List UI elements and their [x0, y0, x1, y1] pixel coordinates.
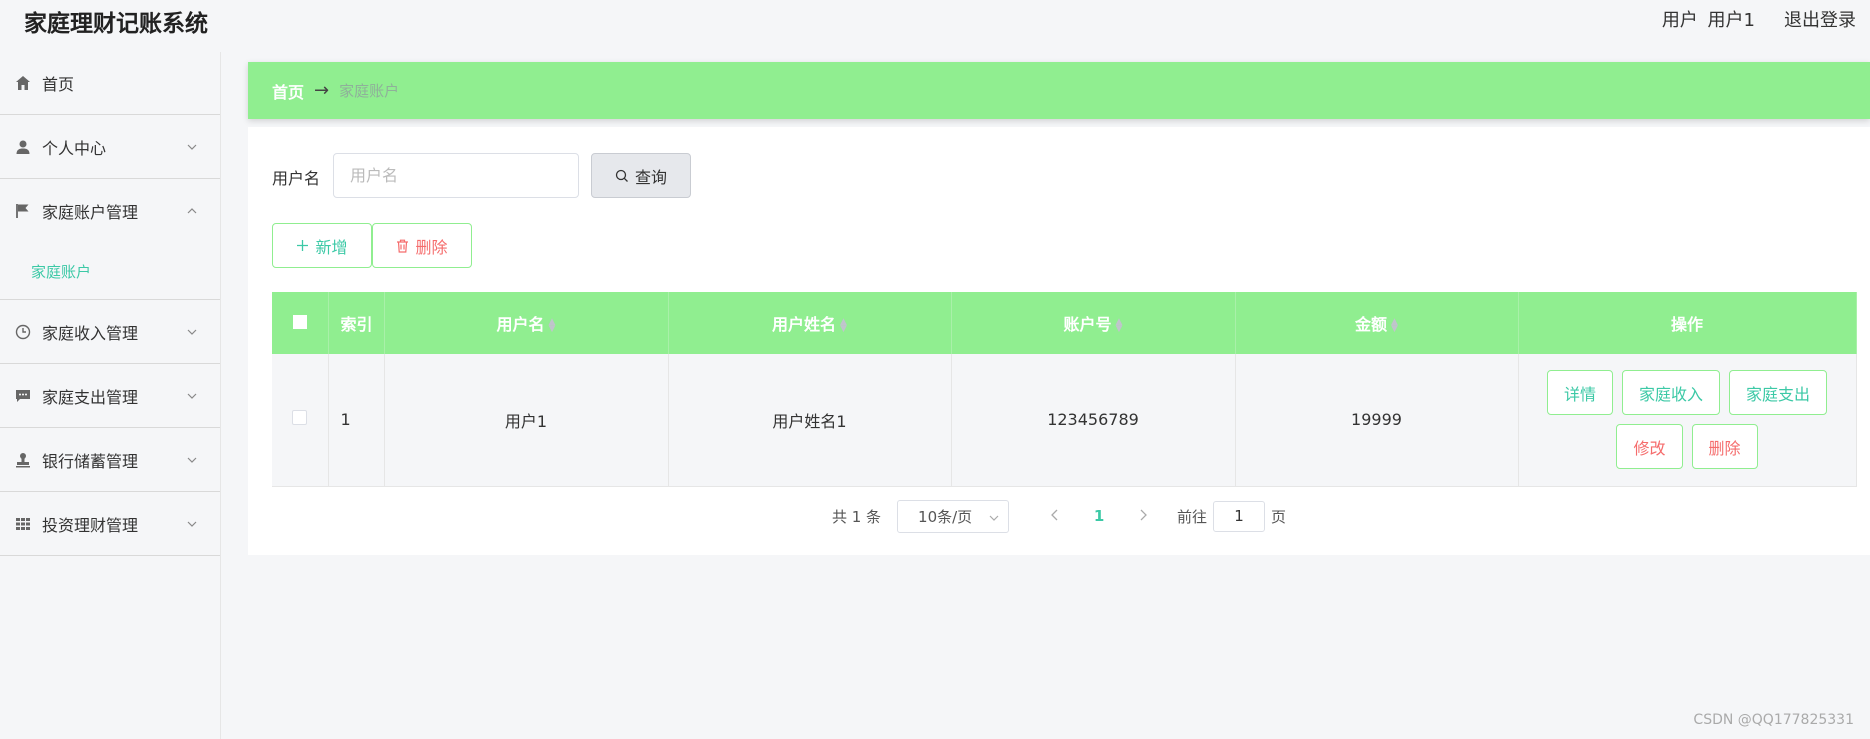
data-table: 索引 用户名 ▲ ▼ 用户姓名 ▲ ▼ 账户号 ▲ ▼ 金额 ▲ ▼ 操作 1 用户1 用户姓名… — [272, 292, 1857, 487]
column-header-label: 账户号 — [1063, 315, 1112, 334]
row-checkbox[interactable] — [292, 410, 308, 426]
chevron-down-icon — [187, 329, 197, 335]
goto-suffix: 页 — [1271, 507, 1287, 526]
stamp-icon — [14, 451, 32, 469]
add-button-label: 新增 — [315, 237, 348, 257]
top-bar: 家庭理财记账系统 用户 用户1 退出登录 — [0, 0, 1870, 52]
sidebar-item-income[interactable]: 家庭收入管理 — [0, 300, 220, 364]
sidebar-item-label: 银行储蓄管理 — [42, 451, 139, 471]
sidebar-item-label: 个人中心 — [42, 138, 107, 158]
chevron-left-icon — [1051, 509, 1058, 521]
page-size-select[interactable]: 10条/页 — [897, 499, 1010, 533]
table-row: 1 用户1 用户姓名1 123456789 19999 详情 家庭收入 家庭支出… — [272, 354, 1857, 487]
main-panel: 用户名 查询 新增 删除 索引 用户名▲▼ 用户姓名▲▼ 账户号▲▼ 金额▲▼ … — [248, 127, 1870, 555]
cell-index: 1 — [328, 354, 385, 487]
sidebar-item-label: 家庭账户管理 — [42, 203, 139, 222]
chevron-down-icon — [187, 521, 197, 527]
search-label: 用户名 — [272, 169, 321, 188]
column-header-index: 索引 — [328, 292, 385, 354]
grid-icon — [14, 515, 32, 533]
sidebar-subitem-family-account[interactable]: 家庭账户 — [0, 243, 220, 299]
sidebar-item-expense[interactable]: 家庭支出管理 — [0, 364, 220, 428]
page-number[interactable]: 1 — [1077, 507, 1121, 525]
sidebar-item-home[interactable]: 首页 — [0, 52, 220, 115]
column-header-label: 金额 — [1355, 315, 1388, 334]
edit-button[interactable]: 修改 — [1616, 424, 1683, 470]
next-page-button[interactable] — [1121, 507, 1165, 525]
sort-icon: ▲ ▼ — [840, 316, 847, 334]
table-header-row: 索引 用户名 ▲ ▼ 用户姓名 ▲ ▼ 账户号 ▲ ▼ 金额 ▲ ▼ 操作 — [272, 292, 1857, 354]
cell-actions: 详情 家庭收入 家庭支出 修改 删除 — [1518, 354, 1857, 487]
select-all-checkbox[interactable] — [292, 314, 307, 329]
sidebar-item-personal[interactable]: 个人中心 — [0, 115, 220, 179]
select-all-cell — [272, 292, 329, 354]
user-name: 用户1 — [1707, 10, 1755, 31]
sidebar: 首页 个人中心 家庭账户管理 家庭账户 家庭收入管理 家庭支出管理 银行储蓄管理… — [0, 52, 221, 739]
detail-button[interactable]: 详情 — [1546, 370, 1613, 416]
search-button[interactable]: 查询 — [591, 153, 691, 198]
prev-page-button[interactable] — [1033, 507, 1077, 525]
pagination-total: 共 1 条 — [831, 507, 882, 526]
sidebar-item-investment[interactable]: 投资理财管理 — [0, 492, 220, 556]
pagination: 共 1 条 10条/页 1 前往 页 — [248, 499, 1870, 533]
add-button[interactable]: 新增 — [272, 223, 372, 268]
goto-page-input[interactable] — [1213, 500, 1266, 532]
search-icon — [615, 169, 628, 182]
search-button-label: 查询 — [634, 167, 667, 187]
sidebar-group-family-account: 家庭账户管理 家庭账户 — [0, 179, 220, 300]
plus-icon — [297, 240, 309, 251]
sort-icon: ▲ ▼ — [1115, 316, 1123, 334]
cell-account: 123456789 — [951, 354, 1236, 487]
cell-fullname: 用户姓名1 — [668, 354, 952, 487]
trash-icon — [397, 239, 409, 253]
home-icon — [14, 74, 32, 92]
column-header-account[interactable]: 账户号 ▲ ▼ — [951, 292, 1236, 354]
column-header-amount[interactable]: 金额 ▲ ▼ — [1235, 292, 1519, 354]
column-header-label: 用户姓名 — [772, 315, 837, 334]
breadcrumb-current: 家庭账户 — [339, 82, 400, 100]
breadcrumb-home[interactable]: 首页 — [272, 79, 304, 103]
sort-icon: ▲ ▼ — [548, 316, 556, 334]
watermark: CSDN @QQ177825331 — [1693, 712, 1854, 728]
family-expense-button[interactable]: 家庭支出 — [1729, 370, 1828, 416]
chevron-down-icon — [187, 144, 197, 150]
sidebar-item-label: 家庭支出管理 — [42, 387, 139, 407]
flag-icon — [14, 202, 32, 220]
column-header-label: 用户名 — [496, 315, 545, 334]
sidebar-item-label: 家庭收入管理 — [42, 323, 139, 343]
chevron-down-icon — [187, 393, 197, 399]
goto-prefix: 前往 — [1177, 507, 1208, 526]
breadcrumb-arrow: → — [314, 80, 330, 101]
delete-button[interactable]: 删除 — [1691, 424, 1758, 470]
batch-delete-button[interactable]: 删除 — [372, 223, 472, 268]
cell-amount: 19999 — [1235, 354, 1519, 487]
sidebar-item-savings[interactable]: 银行储蓄管理 — [0, 428, 220, 492]
row-actions: 详情 家庭收入 家庭支出 修改 删除 — [1519, 370, 1856, 470]
column-header-username[interactable]: 用户名 ▲ ▼ — [384, 292, 669, 354]
logout-link[interactable]: 退出登录 — [1784, 6, 1856, 32]
page-size-value: 10条/页 — [918, 507, 973, 526]
row-select-cell — [272, 354, 329, 487]
sidebar-item-family-account-mgmt[interactable]: 家庭账户管理 — [0, 179, 220, 243]
clock-icon — [14, 323, 32, 341]
family-income-button[interactable]: 家庭收入 — [1621, 370, 1720, 416]
chevron-right-icon — [1140, 509, 1147, 521]
chevron-up-icon — [187, 208, 197, 214]
batch-delete-button-label: 删除 — [415, 237, 448, 257]
column-header-actions: 操作 — [1518, 292, 1857, 354]
cell-username: 用户1 — [384, 354, 669, 487]
sort-icon: ▲ ▼ — [1391, 316, 1398, 334]
chevron-down-icon — [989, 515, 999, 521]
column-header-fullname[interactable]: 用户姓名 ▲ ▼ — [668, 292, 952, 354]
chevron-down-icon — [187, 457, 197, 463]
breadcrumb: 首页 → 家庭账户 — [248, 62, 1870, 119]
user-info: 用户 用户1 — [1658, 6, 1755, 32]
search-input[interactable] — [333, 153, 579, 198]
user-prefix: 用户 — [1661, 10, 1698, 31]
user-icon — [14, 138, 32, 156]
sidebar-item-label: 首页 — [42, 75, 75, 94]
app-title: 家庭理财记账系统 — [24, 11, 208, 37]
chat-icon — [14, 387, 32, 405]
sidebar-item-label: 投资理财管理 — [42, 515, 139, 535]
